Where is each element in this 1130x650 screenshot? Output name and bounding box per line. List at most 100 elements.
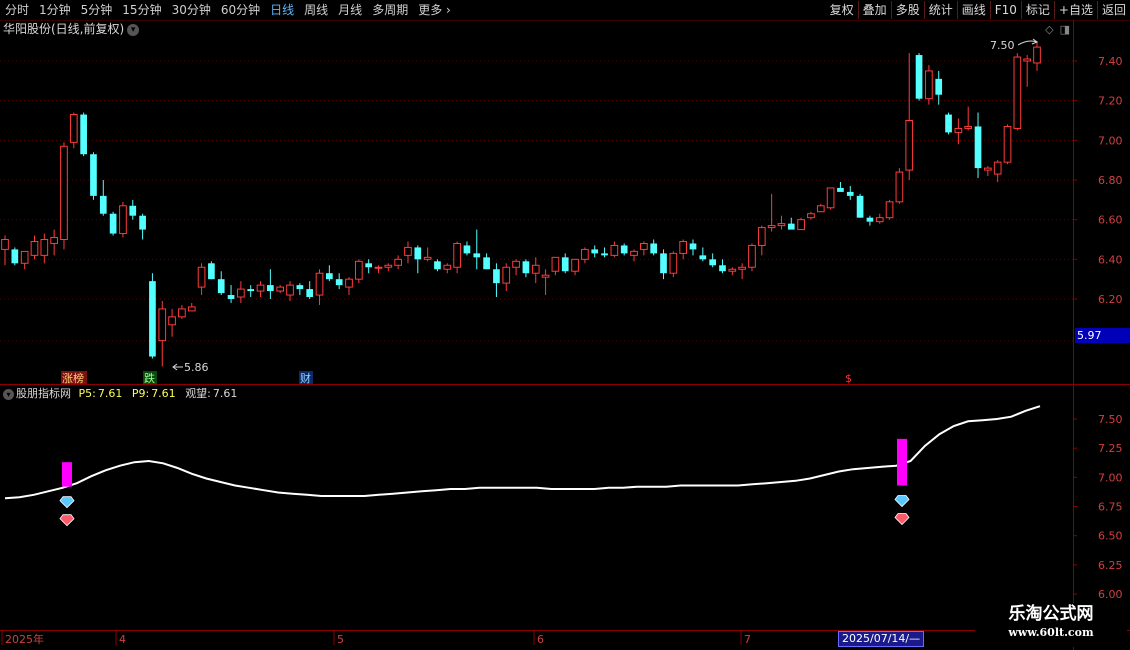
candle-body-up [826, 187, 835, 209]
candle-body-up [1033, 46, 1041, 64]
candle-body-up [679, 240, 688, 254]
candle-body-up [610, 244, 619, 256]
candle-body-down [326, 273, 333, 280]
candle-body-down [699, 255, 707, 260]
candle-body-down [139, 215, 146, 230]
main-axis-label-2: 7.00 [1098, 134, 1123, 147]
candle-body-up [40, 239, 49, 256]
diamond-icon[interactable]: ◇ [1045, 23, 1053, 36]
toolbar-button-3[interactable]: 统计 [923, 1, 957, 19]
candle-body-up [895, 171, 904, 203]
p5-value: 7.61 [97, 387, 123, 400]
candle-body-up [767, 225, 776, 229]
candle-body-up [69, 114, 78, 143]
candle-body-up [502, 266, 511, 284]
indicator-chevron-icon[interactable]: ▾ [3, 388, 14, 400]
ind-axis-label-2: 7.00 [1098, 471, 1123, 484]
toolbar-button-0[interactable]: 复权 [826, 1, 858, 19]
candle-body-down [11, 249, 19, 264]
candle-body-down [335, 279, 343, 286]
candle-body-up [885, 201, 894, 219]
candle-body-down [709, 259, 716, 266]
indicator-title: ▾ 股朋指标网 P5: 7.61 P9: 7.61 观望: 7.61 [3, 387, 237, 401]
time-label-4: 7 [744, 633, 751, 646]
candle-body-up [354, 260, 363, 280]
period-tab-8[interactable]: 月线 [333, 0, 367, 20]
candle-body-up [816, 205, 825, 213]
candle-body-down [601, 253, 608, 256]
candle-body-down [208, 263, 215, 280]
candle-body-down [217, 279, 225, 294]
watermark-line2: www.60lt.com [1008, 626, 1094, 639]
main-axis-label-6: 6.20 [1098, 293, 1123, 306]
toolbar-button-4[interactable]: 画线 [956, 1, 990, 19]
candle-body-up [748, 244, 756, 268]
candle-body-down [129, 205, 137, 216]
candle-body-up [237, 288, 245, 298]
candle-body-up [875, 217, 884, 223]
period-tab-7[interactable]: 周线 [299, 0, 333, 20]
toolbar-button-8[interactable]: 返回 [1096, 1, 1130, 19]
candle-body-up [757, 227, 766, 246]
candle-body-down [109, 213, 117, 234]
signal-bar-1 [897, 438, 907, 486]
toolbar-button-2[interactable]: 多股 [890, 1, 924, 19]
candle-body-up [315, 272, 324, 296]
main-axis-label-0: 7.40 [1098, 55, 1123, 68]
candle-body-up [384, 264, 393, 268]
candle-body-up [286, 284, 294, 296]
candle-body-up [374, 266, 383, 269]
candle-body-up [541, 274, 550, 278]
p9-value: 7.61 [151, 387, 176, 400]
candle-body-down [227, 295, 235, 299]
time-label-0: 2025年 [5, 632, 44, 646]
event-tag-fall: 跌 [144, 371, 155, 385]
candle-body-up [158, 308, 167, 342]
candle-body-up [797, 219, 805, 231]
main-axis-label-5: 6.40 [1098, 253, 1123, 266]
signal-bar-0 [62, 462, 72, 487]
toolbar-button-1[interactable]: 叠加 [857, 1, 891, 19]
period-tab-0[interactable]: 分时 [0, 0, 34, 20]
candle-body-up [197, 266, 206, 288]
candle-body-down [99, 195, 107, 214]
candle-body-down [463, 245, 471, 254]
main-axis-label-1: 7.20 [1098, 95, 1123, 108]
chevron-down-icon[interactable]: ▾ [127, 23, 140, 36]
candle-body-down [473, 253, 481, 258]
period-tab-1[interactable]: 1分钟 [34, 0, 76, 20]
toolbar-button-7[interactable]: +自选 [1053, 1, 1097, 19]
candle-body-up [905, 120, 914, 171]
red-diamond-icon [894, 513, 910, 526]
toolbar-button-5[interactable]: F10 [989, 1, 1021, 19]
candle-body-up [453, 242, 461, 268]
candle-body-up [984, 167, 992, 171]
candlestick-chart[interactable]: 7.40 7.20 7.00 6.80 6.60 6.40 6.20 7.50 7.25 7.00… [0, 0, 1130, 650]
candle-body-up [1, 239, 9, 250]
candle-body-down [306, 289, 314, 298]
candle-body-up [925, 70, 933, 100]
candle-body-up [345, 278, 353, 288]
candle-body-down [660, 253, 667, 274]
candle-body-up [738, 266, 746, 270]
candle-body-down [945, 114, 952, 133]
high-price-label: 7.50 [990, 39, 1015, 52]
period-tab-5[interactable]: 60分钟 [216, 0, 265, 20]
period-tab-10[interactable]: 更多 › [413, 0, 456, 20]
toolbar-button-6[interactable]: 标记 [1020, 1, 1054, 19]
period-tab-6[interactable]: 日线 [265, 0, 299, 20]
period-tabs: 分时 1分钟 5分钟 15分钟 30分钟 60分钟 日线 周线 月线 多周期 更多 › [0, 0, 456, 20]
window-toggle-icon[interactable]: ◨ [1060, 23, 1070, 36]
candle-body-up [276, 286, 285, 292]
candle-body-up [954, 127, 963, 133]
candle-body-down [915, 55, 923, 99]
period-tab-3[interactable]: 15分钟 [117, 0, 166, 20]
period-tab-2[interactable]: 5分钟 [76, 0, 118, 20]
ind-axis-label-0: 7.50 [1098, 413, 1123, 426]
period-tab-4[interactable]: 30分钟 [167, 0, 216, 20]
period-tab-9[interactable]: 多周期 [367, 0, 413, 20]
candle-body-up [993, 161, 1002, 175]
current-price-tag: 5.97 [1075, 328, 1130, 343]
candle-body-up [1023, 58, 1032, 62]
candle-body-down [650, 243, 658, 254]
